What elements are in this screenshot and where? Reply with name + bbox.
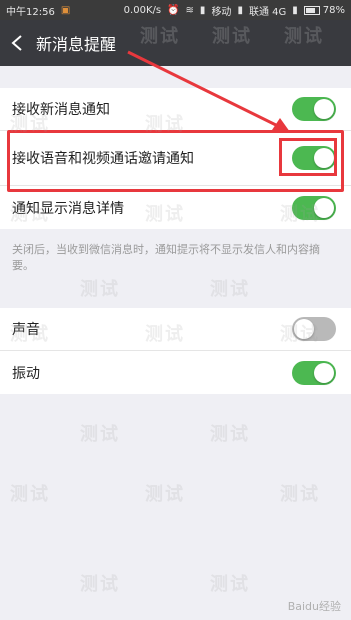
- carrier-1: 移动: [211, 6, 232, 18]
- alarm-icon: ⏰: [167, 4, 180, 16]
- setting-row-new-message: 接收新消息通知: [0, 88, 351, 131]
- baidu-watermark-logo: Baidu经验: [287, 600, 341, 613]
- toggle-knob: [294, 319, 314, 339]
- watermark: 测试: [280, 484, 320, 505]
- new-message-toggle[interactable]: [292, 97, 336, 121]
- watermark: 测试: [10, 484, 50, 505]
- network-speed: 0.00K/s: [123, 4, 162, 16]
- setting-label: 振动: [12, 365, 40, 382]
- signal-icon-1: ▮: [199, 4, 206, 16]
- setting-label: 接收新消息通知: [12, 102, 110, 118]
- sound-settings-group: 声音 振动: [0, 308, 351, 394]
- watermark: 测试: [80, 279, 120, 300]
- top-nav-bar: 新消息提醒: [0, 20, 351, 66]
- status-time: 中午12:56: [6, 6, 55, 18]
- watermark: 测试: [80, 574, 120, 595]
- watermark: 测试: [210, 574, 250, 595]
- setting-row-message-details: 通知显示消息详情: [0, 186, 351, 229]
- toggle-knob: [314, 197, 334, 218]
- setting-label: 通知显示消息详情: [12, 200, 124, 217]
- carrier-2: 联通 4G: [248, 6, 287, 18]
- watermark: 测试: [210, 279, 250, 300]
- wifi-icon: ≋: [185, 4, 194, 16]
- watermark: 测试: [145, 484, 185, 505]
- chevron-left-icon: [11, 35, 22, 51]
- signal-icon-3: ▮: [292, 4, 298, 16]
- watermark: 测试: [80, 424, 120, 445]
- setting-row-sound: 声音: [0, 308, 351, 351]
- annotation-highlight-toggle: [279, 138, 337, 176]
- watermark: 测试: [210, 424, 250, 445]
- back-button[interactable]: [0, 20, 34, 66]
- setting-label: 声音: [12, 322, 40, 338]
- setting-row-vibrate: 振动: [0, 351, 351, 394]
- signal-icon-2: ▮: [237, 4, 243, 16]
- notification-icon: ▣: [60, 4, 71, 16]
- page-title: 新消息提醒: [36, 35, 117, 54]
- battery-level: 78%: [322, 4, 345, 16]
- status-bar: 中午12:56 ▣ 0.00K/s ⏰ ≋ ▮ 移动 ▮ 联通 4G ▮ 78%: [0, 0, 351, 20]
- toggle-knob: [314, 362, 334, 383]
- vibrate-toggle[interactable]: [292, 360, 336, 385]
- message-details-toggle[interactable]: [292, 195, 336, 220]
- battery-icon: [303, 5, 320, 15]
- message-details-hint: 关闭后，当收到微信消息时，通知提示将不显示发信人和内容摘要。: [12, 243, 320, 272]
- sound-toggle[interactable]: [292, 317, 336, 341]
- toggle-knob: [314, 99, 334, 119]
